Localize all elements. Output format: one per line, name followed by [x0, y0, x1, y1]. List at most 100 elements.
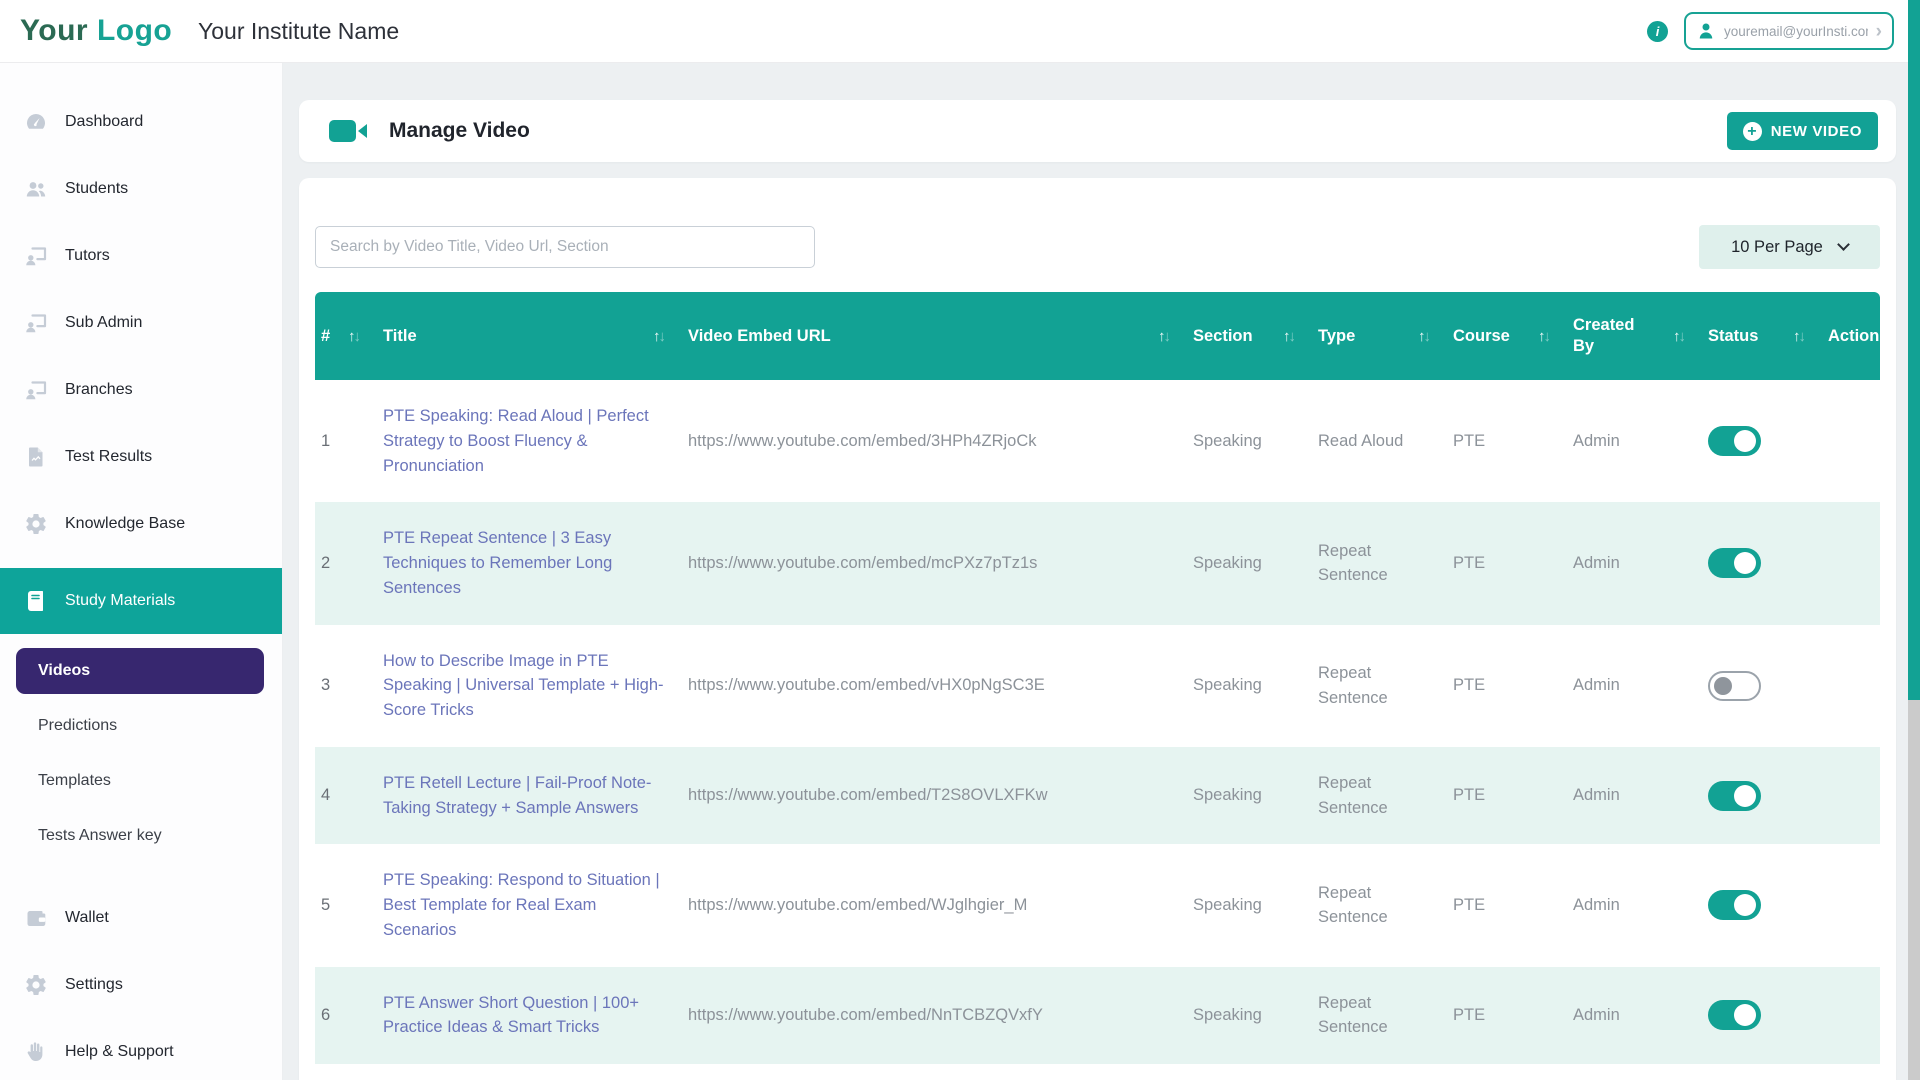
course-cell: PTE	[1445, 625, 1565, 747]
sidebar-study-materials-subnav: Videos Predictions Templates Tests Answer k…	[0, 634, 282, 859]
status-toggle[interactable]	[1708, 890, 1761, 920]
course-cell: PTE	[1445, 502, 1565, 624]
sidebar-item-label: Videos	[38, 662, 90, 680]
sidebar-subitem-tests-answer-key[interactable]: Tests Answer key	[0, 813, 282, 859]
section-cell: Speaking	[1185, 747, 1310, 845]
sort-arrows-icon[interactable]: ↑↓	[1283, 328, 1296, 345]
sidebar-item-sub-admin[interactable]: Sub Admin	[0, 300, 282, 345]
account-menu[interactable]: youremail@yourInsti.com ›	[1684, 12, 1894, 50]
vertical-scrollbar-thumb[interactable]	[1908, 0, 1920, 700]
sidebar-item-test-results[interactable]: Test Results	[0, 434, 282, 479]
column-header-course[interactable]: Course↑↓	[1445, 292, 1565, 380]
sort-arrows-icon[interactable]: ↑↓	[1673, 328, 1686, 345]
sort-arrows-icon[interactable]: ↑↓	[1158, 328, 1171, 345]
test-results-icon	[24, 445, 48, 469]
type-cell: Repeat Sentence	[1310, 844, 1445, 966]
video-url: https://www.youtube.com/embed/mcPXz7pTz1…	[680, 502, 1185, 624]
status-toggle[interactable]	[1708, 1000, 1761, 1030]
video-url: https://www.youtube.com/embed/NnTCBZQVxf…	[680, 967, 1185, 1065]
tutor-board-icon	[24, 244, 48, 268]
status-toggle[interactable]	[1708, 548, 1761, 578]
sidebar-item-label: Sub Admin	[65, 314, 142, 332]
sidebar-item-wallet[interactable]: Wallet	[0, 895, 282, 940]
video-url: https://www.youtube.com/embed/T2S8OVLXFK…	[680, 747, 1185, 845]
sidebar-subitem-templates[interactable]: Templates	[0, 758, 282, 804]
type-cell: Repeat Sentence	[1310, 625, 1445, 747]
section-cell: Speaking	[1185, 380, 1310, 502]
sidebar-item-label: Knowledge Base	[65, 515, 185, 533]
table-row: 5PTE Speaking: Respond to Situation | Be…	[315, 844, 1880, 966]
sidebar-item-help-support[interactable]: Help & Support	[0, 1029, 282, 1074]
video-title-link[interactable]: PTE Speaking: Read Aloud | Perfect Strat…	[375, 380, 680, 502]
action-cell	[1820, 380, 1880, 502]
column-header-[interactable]: #↑↓	[315, 292, 375, 380]
students-icon	[24, 177, 48, 201]
table-controls: 10 Per Page	[315, 225, 1880, 269]
sort-arrows-icon[interactable]: ↑↓	[1538, 328, 1551, 345]
tutor-board-icon	[24, 378, 48, 402]
status-toggle[interactable]	[1708, 426, 1761, 456]
video-title-link[interactable]: PTE Speaking: Respond to Situation | Bes…	[375, 844, 680, 966]
created-by-cell: Admin	[1565, 625, 1700, 747]
sort-arrows-icon[interactable]: ↑↓	[653, 328, 666, 345]
sidebar-item-settings[interactable]: Settings	[0, 962, 282, 1007]
row-number: 1	[315, 380, 375, 502]
sidebar-item-dashboard[interactable]: Dashboard	[0, 99, 282, 144]
sidebar-item-branches[interactable]: Branches	[0, 367, 282, 412]
status-cell	[1700, 747, 1820, 845]
sidebar-item-tutors[interactable]: Tutors	[0, 233, 282, 278]
row-number: 6	[315, 967, 375, 1065]
sidebar-subitem-predictions[interactable]: Predictions	[0, 703, 282, 749]
sidebar-item-label: Test Results	[65, 448, 152, 466]
sort-arrows-icon[interactable]: ↑↓	[1793, 328, 1806, 345]
video-url: https://www.youtube.com/embed/3HPh4ZRjoC…	[680, 380, 1185, 502]
per-page-value: 10 Per Page	[1731, 238, 1823, 257]
chevron-right-icon: ›	[1876, 22, 1882, 41]
sidebar-item-knowledge-base[interactable]: Knowledge Base	[0, 501, 282, 546]
sidebar-item-label: Predictions	[38, 717, 117, 735]
video-title-link[interactable]: PTE Retell Lecture | Fail-Proof Note-Tak…	[375, 747, 680, 845]
videos-table: #↑↓Title↑↓Video Embed URL↑↓Section↑↓Type…	[315, 292, 1880, 1064]
column-label: Title	[383, 326, 417, 347]
video-title-link[interactable]: PTE Repeat Sentence | 3 Easy Techniques …	[375, 502, 680, 624]
type-cell: Repeat Sentence	[1310, 967, 1445, 1065]
section-cell: Speaking	[1185, 625, 1310, 747]
column-header-video-embed-url[interactable]: Video Embed URL↑↓	[680, 292, 1185, 380]
table-row: 1PTE Speaking: Read Aloud | Perfect Stra…	[315, 380, 1880, 502]
sort-arrows-icon[interactable]: ↑↓	[348, 328, 361, 345]
column-header-title[interactable]: Title ↑↓	[375, 292, 680, 380]
column-header-created-by[interactable]: Created By↑↓	[1565, 292, 1700, 380]
column-header-type[interactable]: Type↑↓	[1310, 292, 1445, 380]
column-header-status[interactable]: Status↑↓	[1700, 292, 1820, 380]
action-cell	[1820, 502, 1880, 624]
action-cell	[1820, 967, 1880, 1065]
video-title-link[interactable]: PTE Answer Short Question | 100+ Practic…	[375, 967, 680, 1065]
new-video-button[interactable]: + NEW VIDEO	[1727, 112, 1878, 150]
created-by-cell: Admin	[1565, 380, 1700, 502]
page-header-card: Manage Video + NEW VIDEO	[299, 100, 1896, 162]
per-page-select[interactable]: 10 Per Page	[1699, 225, 1880, 269]
sidebar-main-nav: Dashboard Students Tutors Sub Admin Branches…	[0, 99, 282, 634]
column-label: Section	[1193, 326, 1253, 347]
column-header-section[interactable]: Section ↑↓	[1185, 292, 1310, 380]
sort-arrows-icon[interactable]: ↑↓	[1418, 328, 1431, 345]
sidebar-item-study-materials[interactable]: Study Materials	[0, 568, 282, 634]
app-logo[interactable]: Your Logo	[20, 14, 198, 48]
main-content: Manage Video + NEW VIDEO 10 Per Page #↑↓…	[283, 63, 1908, 1080]
page-title: Manage Video	[389, 119, 530, 143]
sidebar-item-label: Dashboard	[65, 113, 143, 131]
course-cell: PTE	[1445, 967, 1565, 1065]
search-input[interactable]	[315, 226, 815, 268]
info-icon[interactable]: i	[1647, 21, 1668, 42]
vertical-scrollbar-track[interactable]	[1908, 0, 1920, 1080]
status-cell	[1700, 625, 1820, 747]
video-title-link[interactable]: How to Describe Image in PTE Speaking | …	[375, 625, 680, 747]
sidebar-subitem-videos[interactable]: Videos	[16, 648, 264, 694]
sidebar-item-students[interactable]: Students	[0, 166, 282, 211]
gear-icon	[24, 973, 48, 997]
table-header-row: #↑↓Title↑↓Video Embed URL↑↓Section↑↓Type…	[315, 292, 1880, 380]
row-number: 3	[315, 625, 375, 747]
status-toggle[interactable]	[1708, 781, 1761, 811]
sidebar-item-label: Tutors	[65, 247, 110, 265]
status-toggle[interactable]	[1708, 671, 1761, 701]
